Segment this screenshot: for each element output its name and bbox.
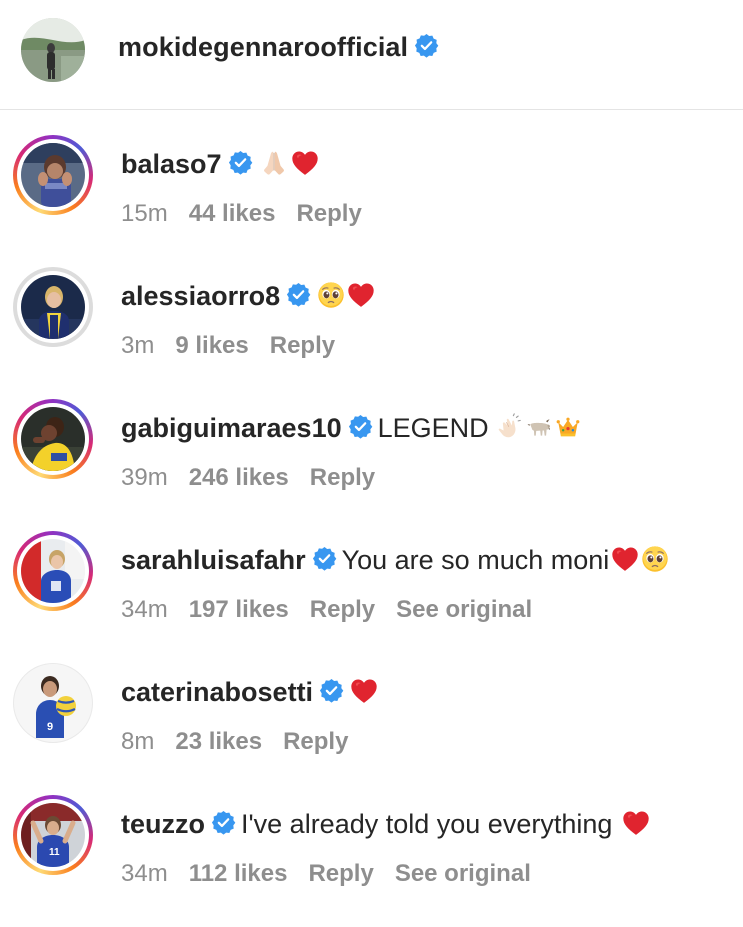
comment-item: alessiaorro8 3m 9 likes Reply	[0, 267, 743, 399]
avatar: 9	[14, 664, 92, 742]
crown-icon	[555, 414, 581, 440]
comment-time: 3m	[121, 332, 155, 359]
comment-text: I've already told you everything	[241, 809, 613, 839]
comment-item: balaso7 15m 44 likes Reply	[0, 135, 743, 267]
verified-badge-icon	[414, 33, 439, 58]
author-username[interactable]: mokidegennaroofficial	[118, 32, 408, 62]
comment-item: 9 caterinabosetti 8m 23 likes Reply	[0, 663, 743, 795]
likes-count[interactable]: 9 likes	[175, 332, 248, 359]
avatar-story-ring[interactable]	[13, 267, 93, 347]
verified-badge-icon	[228, 150, 253, 175]
avatar-story-ring[interactable]	[13, 399, 93, 479]
comment-item: sarahluisafahr You are so much moni 34m 19…	[0, 531, 743, 663]
svg-text:11: 11	[49, 847, 60, 858]
comment-text-row: balaso7	[121, 147, 319, 181]
avatar: 11	[21, 803, 85, 867]
svg-text:9: 9	[47, 721, 53, 733]
avatar-story-ring[interactable]: 11	[13, 795, 93, 875]
avatar-story-ring[interactable]	[13, 135, 93, 215]
post-header: mokidegennaroofficial	[0, 0, 743, 110]
pleading-face-icon	[641, 545, 669, 573]
comment-username[interactable]: alessiaorro8	[121, 281, 280, 311]
comment-username[interactable]: balaso7	[121, 149, 222, 179]
red-heart-icon	[622, 809, 650, 837]
reply-button[interactable]: Reply	[270, 332, 335, 359]
folded-hands-icon	[259, 148, 289, 178]
red-heart-icon	[611, 545, 639, 573]
comment-item: 11 teuzzo I've already told you everythin…	[0, 795, 743, 927]
likes-count[interactable]: 197 likes	[189, 596, 289, 623]
comment-text-row: alessiaorro8	[121, 279, 375, 313]
comment-username[interactable]: teuzzo	[121, 809, 205, 839]
comment-meta: 34m 112 likes Reply See original	[121, 859, 552, 889]
reply-button[interactable]: Reply	[283, 728, 348, 755]
red-heart-icon	[350, 677, 378, 705]
verified-badge-icon	[348, 414, 373, 439]
comment-time: 39m	[121, 464, 168, 491]
comment-text-row: teuzzo I've already told you everything	[121, 807, 650, 841]
reply-button[interactable]: Reply	[310, 464, 375, 491]
reply-button[interactable]: Reply	[310, 596, 375, 623]
comment-text-row: gabiguimaraes10 LEGEND	[121, 411, 581, 445]
likes-count[interactable]: 23 likes	[175, 728, 262, 755]
comment-text-row: sarahluisafahr You are so much moni	[121, 543, 669, 577]
avatar	[21, 539, 85, 603]
red-heart-icon	[347, 281, 375, 309]
avatar-frame[interactable]: 9	[13, 663, 93, 743]
comment-meta: 34m 197 likes Reply See original	[121, 595, 553, 625]
see-original-button[interactable]: See original	[396, 596, 532, 623]
comment-time: 8m	[121, 728, 155, 755]
avatar	[21, 407, 85, 471]
pleading-face-icon	[317, 281, 345, 309]
comment-item: gabiguimaraes10 LEGEND 39m 246 likes Reply	[0, 399, 743, 531]
verified-badge-icon	[211, 810, 236, 835]
avatar	[21, 143, 85, 207]
clapping-hands-icon	[495, 413, 523, 441]
verified-badge-icon	[319, 678, 344, 703]
avatar	[21, 275, 85, 339]
comment-time: 34m	[121, 860, 168, 887]
comment-meta: 3m 9 likes Reply	[121, 331, 356, 361]
comment-username[interactable]: gabiguimaraes10	[121, 413, 342, 443]
comment-meta: 39m 246 likes Reply	[121, 463, 396, 493]
comment-text: LEGEND	[377, 413, 489, 443]
comment-username[interactable]: caterinabosetti	[121, 677, 313, 707]
see-original-button[interactable]: See original	[395, 860, 531, 887]
goat-icon	[525, 413, 553, 441]
author-avatar[interactable]	[21, 18, 85, 82]
comment-text-row: caterinabosetti	[121, 675, 378, 709]
reply-button[interactable]: Reply	[296, 200, 361, 227]
avatar-story-ring[interactable]	[13, 531, 93, 611]
comment-time: 15m	[121, 200, 168, 227]
author-row: mokidegennaroofficial	[118, 32, 439, 63]
comment-meta: 15m 44 likes Reply	[121, 199, 383, 229]
comment-text: You are so much moni	[341, 545, 610, 575]
comment-username[interactable]: sarahluisafahr	[121, 545, 306, 575]
comment-time: 34m	[121, 596, 168, 623]
likes-count[interactable]: 112 likes	[189, 860, 288, 887]
likes-count[interactable]: 246 likes	[189, 464, 289, 491]
verified-badge-icon	[286, 282, 311, 307]
likes-count[interactable]: 44 likes	[189, 200, 276, 227]
verified-badge-icon	[312, 546, 337, 571]
comment-meta: 8m 23 likes Reply	[121, 727, 369, 757]
red-heart-icon	[291, 149, 319, 177]
reply-button[interactable]: Reply	[308, 860, 373, 887]
